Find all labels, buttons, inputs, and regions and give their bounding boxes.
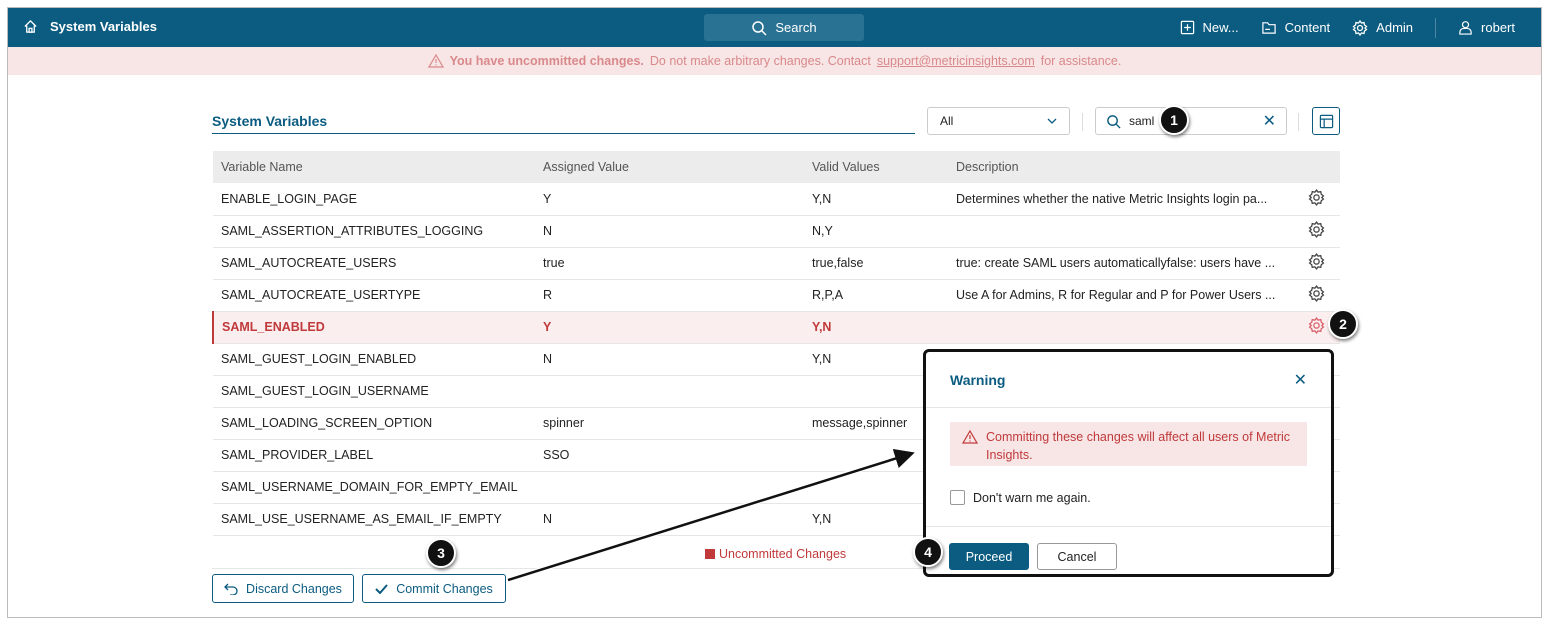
callout-2: 2 bbox=[1328, 309, 1358, 339]
callout-3: 3 bbox=[426, 538, 456, 568]
callout-4: 4 bbox=[913, 537, 943, 567]
annotation-arrow bbox=[507, 448, 915, 583]
callout-1: 1 bbox=[1159, 105, 1189, 135]
